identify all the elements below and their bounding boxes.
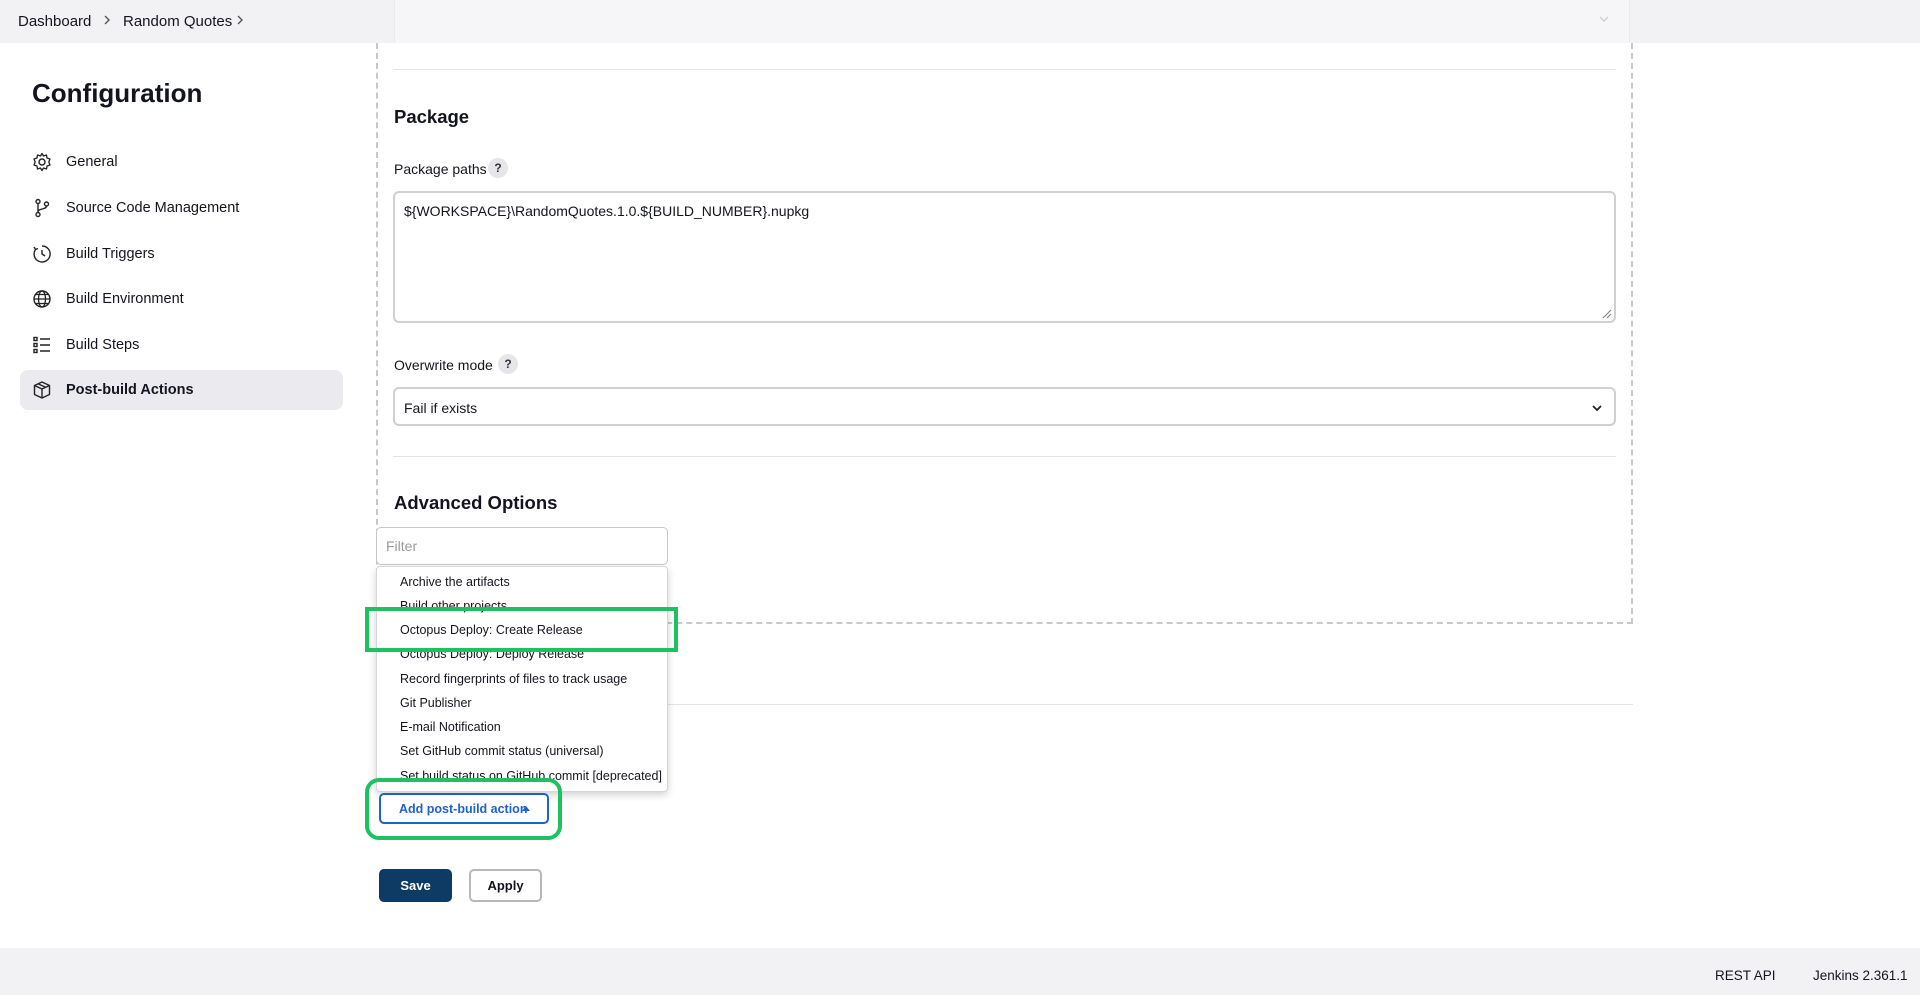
breadcrumb-random-quotes[interactable]: Random Quotes <box>123 13 232 30</box>
highlight-annotation-create-release <box>365 607 678 652</box>
breadcrumb-separator-icon <box>100 11 114 29</box>
help-icon[interactable]: ? <box>488 158 508 178</box>
overwrite-mode-value: Fail if exists <box>404 400 478 416</box>
page-title: Configuration <box>32 78 203 108</box>
sidebar-item-label: Build Triggers <box>66 246 155 262</box>
sidebar-item-source-code-management[interactable]: Source Code Management <box>20 188 343 228</box>
add-post-build-action-button[interactable]: Add post-build action <box>379 793 549 824</box>
sidebar-item-build-triggers[interactable]: Build Triggers <box>20 234 343 274</box>
filter-input[interactable] <box>376 527 668 565</box>
add-post-build-action-label: Add post-build action <box>399 801 528 816</box>
chevron-down-icon <box>1592 405 1602 412</box>
resize-grip-icon[interactable] <box>1600 307 1612 319</box>
page-footer: REST API Jenkins 2.361.1 <box>0 948 1920 995</box>
collapsed-section-header <box>394 0 1630 43</box>
menu-item-email-notification[interactable]: E-mail Notification <box>400 720 501 734</box>
sidebar-item-label: Source Code Management <box>66 200 240 216</box>
divider <box>393 69 1616 70</box>
advanced-options-heading: Advanced Options <box>394 492 558 513</box>
package-paths-label: Package paths <box>394 161 487 177</box>
sidebar-item-label: General <box>66 154 118 170</box>
sidebar-item-label: Build Steps <box>66 337 140 353</box>
overwrite-mode-label: Overwrite mode <box>394 357 493 373</box>
gear-icon <box>32 152 52 172</box>
branch-icon <box>32 198 52 218</box>
sidebar-item-build-steps[interactable]: Build Steps <box>20 325 343 365</box>
chevron-down-icon <box>1599 16 1609 23</box>
breadcrumb-bar: Dashboard Random Quotes <box>0 0 1920 43</box>
post-build-action-menu: Archive the artifacts Build other projec… <box>376 566 668 792</box>
package-heading: Package <box>394 106 470 127</box>
menu-item-record-fingerprints[interactable]: Record fingerprints of files to track us… <box>400 672 627 686</box>
help-icon[interactable]: ? <box>498 354 518 374</box>
rest-api-link[interactable]: REST API <box>1715 968 1776 983</box>
clock-icon <box>32 244 52 264</box>
save-button[interactable]: Save <box>379 869 452 902</box>
breadcrumb-separator-icon[interactable] <box>233 11 247 29</box>
list-icon <box>32 335 52 355</box>
sidebar-item-post-build-actions[interactable]: Post-build Actions <box>20 370 343 410</box>
apply-button[interactable]: Apply <box>469 869 542 902</box>
overwrite-mode-select[interactable]: Fail if exists <box>393 387 1616 426</box>
divider <box>668 704 1633 705</box>
package-paths-textarea[interactable]: ${WORKSPACE}\RandomQuotes.1.0.${BUILD_NU… <box>393 191 1616 323</box>
caret-up-icon <box>522 806 530 811</box>
sidebar-item-general[interactable]: General <box>20 142 343 182</box>
sidebar-item-label: Build Environment <box>66 291 184 307</box>
sidebar-item-label: Post-build Actions <box>66 382 194 398</box>
globe-icon <box>32 289 52 309</box>
divider <box>393 456 1616 457</box>
sidebar-item-build-environment[interactable]: Build Environment <box>20 279 343 319</box>
menu-item-github-commit-status[interactable]: Set GitHub commit status (universal) <box>400 744 604 758</box>
menu-item-git-publisher[interactable]: Git Publisher <box>400 696 472 710</box>
package-paths-value: ${WORKSPACE}\RandomQuotes.1.0.${BUILD_NU… <box>404 203 810 219</box>
package-icon <box>32 380 52 400</box>
breadcrumb-dashboard[interactable]: Dashboard <box>18 13 91 30</box>
jenkins-version-link[interactable]: Jenkins 2.361.1 <box>1813 968 1908 983</box>
menu-item-archive-artifacts[interactable]: Archive the artifacts <box>400 575 510 589</box>
